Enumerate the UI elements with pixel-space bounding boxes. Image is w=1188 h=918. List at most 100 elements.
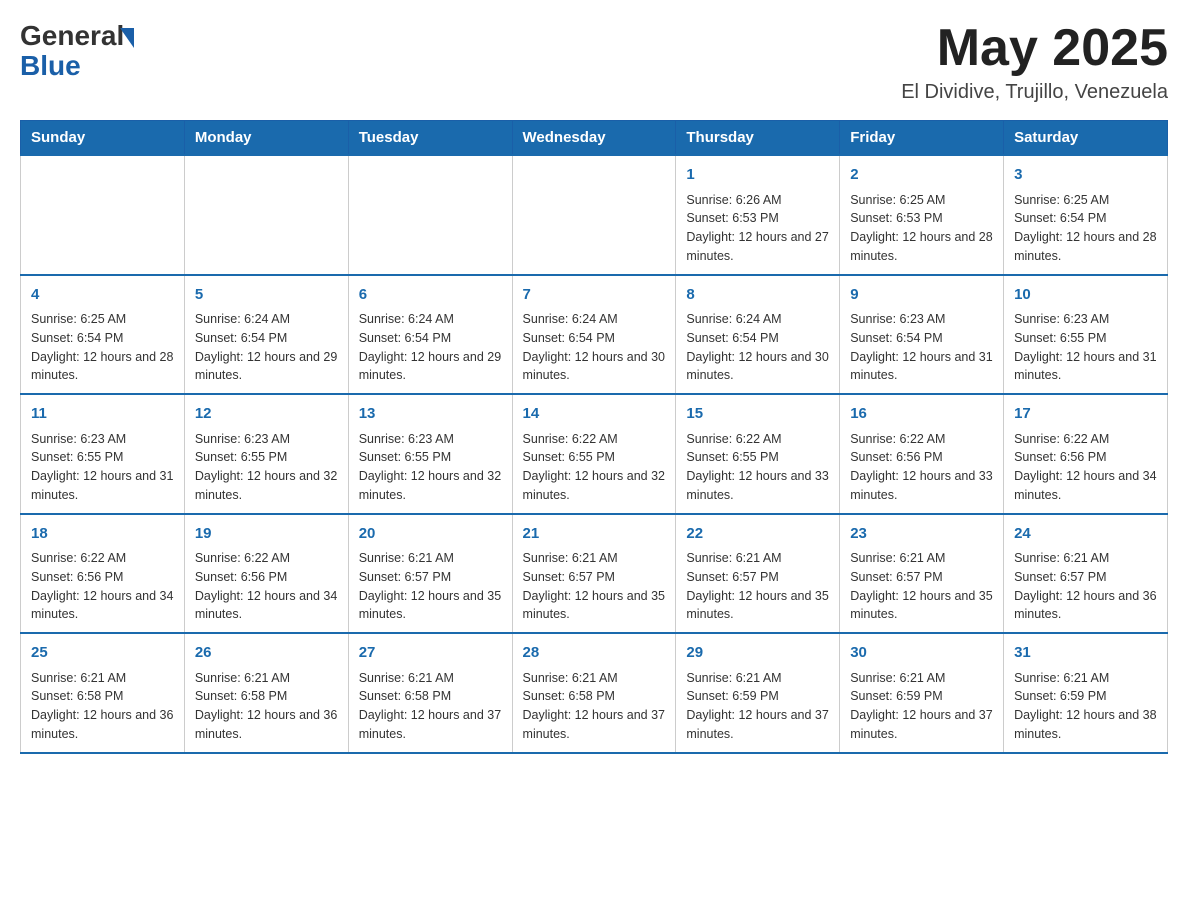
location-title: El Dividive, Trujillo, Venezuela xyxy=(901,81,1168,104)
week-row-3: 11 Sunrise: 6:23 AMSunset: 6:55 PMDayligh… xyxy=(21,394,1168,514)
table-row: 25Sunrise: 6:21 AMSunset: 6:58 PMDayligh… xyxy=(21,633,185,753)
table-row: 15Sunrise: 6:22 AMSunset: 6:55 PMDayligh… xyxy=(676,394,840,514)
day-info: Sunrise: 6:21 AMSunset: 6:59 PMDaylight:… xyxy=(850,669,993,744)
day-number: 6 xyxy=(359,284,502,307)
col-monday: Monday xyxy=(184,121,348,156)
table-row: 5Sunrise: 6:24 AMSunset: 6:54 PMDaylight… xyxy=(184,275,348,395)
day-info: Sunrise: 6:25 AMSunset: 6:53 PMDaylight:… xyxy=(850,191,993,266)
col-tuesday: Tuesday xyxy=(348,121,512,156)
day-number: 13 xyxy=(359,403,502,426)
table-row: 11 Sunrise: 6:23 AMSunset: 6:55 PMDayligh… xyxy=(21,394,185,514)
day-info: Sunrise: 6:23 AMSunset: 6:55 PMDaylight:… xyxy=(1014,310,1157,385)
table-row: 24 Sunrise: 6:21 AMSunset: 6:57 PMDayligh… xyxy=(1004,514,1168,634)
day-number: 28 xyxy=(523,642,666,665)
table-row xyxy=(348,155,512,275)
day-number: 27 xyxy=(359,642,502,665)
col-sunday: Sunday xyxy=(21,121,185,156)
day-info: Sunrise: 6:21 AMSunset: 6:59 PMDaylight:… xyxy=(686,669,829,744)
day-info: Sunrise: 6:21 AMSunset: 6:57 PMDaylight:… xyxy=(850,549,993,624)
day-number: 25 xyxy=(31,642,174,665)
day-number: 29 xyxy=(686,642,829,665)
day-number: 31 xyxy=(1014,642,1157,665)
table-row: 9 Sunrise: 6:23 AMSunset: 6:54 PMDaylight… xyxy=(840,275,1004,395)
header: General Blue May 2025 El Dividive, Truji… xyxy=(20,20,1168,104)
table-row: 17Sunrise: 6:22 AMSunset: 6:56 PMDayligh… xyxy=(1004,394,1168,514)
day-info: Sunrise: 6:22 AMSunset: 6:55 PMDaylight:… xyxy=(523,430,666,505)
logo-blue: Blue xyxy=(20,50,134,82)
title-area: May 2025 El Dividive, Trujillo, Venezuel… xyxy=(901,20,1168,104)
table-row: 10 Sunrise: 6:23 AMSunset: 6:55 PMDayligh… xyxy=(1004,275,1168,395)
day-info: Sunrise: 6:21 AMSunset: 6:58 PMDaylight:… xyxy=(359,669,502,744)
day-number: 9 xyxy=(850,284,993,307)
table-row: 8 Sunrise: 6:24 AMSunset: 6:54 PMDaylight… xyxy=(676,275,840,395)
calendar-table: Sunday Monday Tuesday Wednesday Thursday… xyxy=(20,120,1168,754)
day-number: 4 xyxy=(31,284,174,307)
week-row-4: 18 Sunrise: 6:22 AMSunset: 6:56 PMDayligh… xyxy=(21,514,1168,634)
table-row: 29 Sunrise: 6:21 AMSunset: 6:59 PMDayligh… xyxy=(676,633,840,753)
table-row: 20Sunrise: 6:21 AMSunset: 6:57 PMDayligh… xyxy=(348,514,512,634)
day-number: 11 xyxy=(31,403,174,426)
day-info: Sunrise: 6:24 AMSunset: 6:54 PMDaylight:… xyxy=(523,310,666,385)
day-number: 21 xyxy=(523,523,666,546)
table-row: 2 Sunrise: 6:25 AMSunset: 6:53 PMDaylight… xyxy=(840,155,1004,275)
table-row: 18 Sunrise: 6:22 AMSunset: 6:56 PMDayligh… xyxy=(21,514,185,634)
table-row: 28 Sunrise: 6:21 AMSunset: 6:58 PMDayligh… xyxy=(512,633,676,753)
table-row: 22 Sunrise: 6:21 AMSunset: 6:57 PMDayligh… xyxy=(676,514,840,634)
day-info: Sunrise: 6:21 AMSunset: 6:57 PMDaylight:… xyxy=(686,549,829,624)
day-info: Sunrise: 6:21 AMSunset: 6:58 PMDaylight:… xyxy=(195,669,338,744)
day-info: Sunrise: 6:21 AMSunset: 6:57 PMDaylight:… xyxy=(523,549,666,624)
table-row: 4 Sunrise: 6:25 AMSunset: 6:54 PMDaylight… xyxy=(21,275,185,395)
day-info: Sunrise: 6:24 AMSunset: 6:54 PMDaylight:… xyxy=(686,310,829,385)
day-number: 1 xyxy=(686,164,829,187)
table-row: 27 Sunrise: 6:21 AMSunset: 6:58 PMDayligh… xyxy=(348,633,512,753)
table-row xyxy=(184,155,348,275)
day-info: Sunrise: 6:25 AMSunset: 6:54 PMDaylight:… xyxy=(31,310,174,385)
day-number: 3 xyxy=(1014,164,1157,187)
day-info: Sunrise: 6:21 AMSunset: 6:58 PMDaylight:… xyxy=(523,669,666,744)
table-row: 14 Sunrise: 6:22 AMSunset: 6:55 PMDayligh… xyxy=(512,394,676,514)
col-friday: Friday xyxy=(840,121,1004,156)
week-row-2: 4 Sunrise: 6:25 AMSunset: 6:54 PMDaylight… xyxy=(21,275,1168,395)
day-info: Sunrise: 6:24 AMSunset: 6:54 PMDaylight:… xyxy=(359,310,502,385)
logo: General Blue xyxy=(20,20,134,82)
table-row: 31 Sunrise: 6:21 AMSunset: 6:59 PMDayligh… xyxy=(1004,633,1168,753)
day-info: Sunrise: 6:22 AMSunset: 6:56 PMDaylight:… xyxy=(31,549,174,624)
table-row: 21 Sunrise: 6:21 AMSunset: 6:57 PMDayligh… xyxy=(512,514,676,634)
day-info: Sunrise: 6:22 AMSunset: 6:56 PMDaylight:… xyxy=(195,549,338,624)
day-info: Sunrise: 6:23 AMSunset: 6:55 PMDaylight:… xyxy=(31,430,174,505)
logo-general: General xyxy=(20,20,124,52)
day-number: 2 xyxy=(850,164,993,187)
day-number: 18 xyxy=(31,523,174,546)
col-wednesday: Wednesday xyxy=(512,121,676,156)
day-number: 14 xyxy=(523,403,666,426)
table-row: 1 Sunrise: 6:26 AMSunset: 6:53 PMDaylight… xyxy=(676,155,840,275)
day-number: 5 xyxy=(195,284,338,307)
day-number: 26 xyxy=(195,642,338,665)
day-info: Sunrise: 6:26 AMSunset: 6:53 PMDaylight:… xyxy=(686,191,829,266)
day-number: 24 xyxy=(1014,523,1157,546)
day-info: Sunrise: 6:23 AMSunset: 6:55 PMDaylight:… xyxy=(195,430,338,505)
col-thursday: Thursday xyxy=(676,121,840,156)
day-info: Sunrise: 6:23 AMSunset: 6:55 PMDaylight:… xyxy=(359,430,502,505)
day-info: Sunrise: 6:21 AMSunset: 6:57 PMDaylight:… xyxy=(1014,549,1157,624)
day-number: 7 xyxy=(523,284,666,307)
day-info: Sunrise: 6:22 AMSunset: 6:56 PMDaylight:… xyxy=(1014,430,1157,505)
table-row: 26 Sunrise: 6:21 AMSunset: 6:58 PMDayligh… xyxy=(184,633,348,753)
day-number: 8 xyxy=(686,284,829,307)
table-row: 7 Sunrise: 6:24 AMSunset: 6:54 PMDaylight… xyxy=(512,275,676,395)
day-number: 30 xyxy=(850,642,993,665)
day-number: 22 xyxy=(686,523,829,546)
table-row xyxy=(512,155,676,275)
week-row-5: 25 Sunrise: 6:21 AMSunset: 6:58 PMDayligh… xyxy=(21,633,1168,753)
header-row: Sunday Monday Tuesday Wednesday Thursday… xyxy=(21,121,1168,156)
table-row: 12Sunrise: 6:23 AMSunset: 6:55 PMDayligh… xyxy=(184,394,348,514)
month-title: May 2025 xyxy=(901,20,1168,77)
day-info: Sunrise: 6:22 AMSunset: 6:55 PMDaylight:… xyxy=(686,430,829,505)
day-info: Sunrise: 6:25 AMSunset: 6:54 PMDaylight:… xyxy=(1014,191,1157,266)
table-row: 30 Sunrise: 6:21 AMSunset: 6:59 PMDayligh… xyxy=(840,633,1004,753)
day-info: Sunrise: 6:21 AMSunset: 6:59 PMDaylight:… xyxy=(1014,669,1157,744)
day-info: Sunrise: 6:23 AMSunset: 6:54 PMDaylight:… xyxy=(850,310,993,385)
day-number: 10 xyxy=(1014,284,1157,307)
table-row: 19Sunrise: 6:22 AMSunset: 6:56 PMDayligh… xyxy=(184,514,348,634)
table-row: 3 Sunrise: 6:25 AMSunset: 6:54 PMDaylight… xyxy=(1004,155,1168,275)
